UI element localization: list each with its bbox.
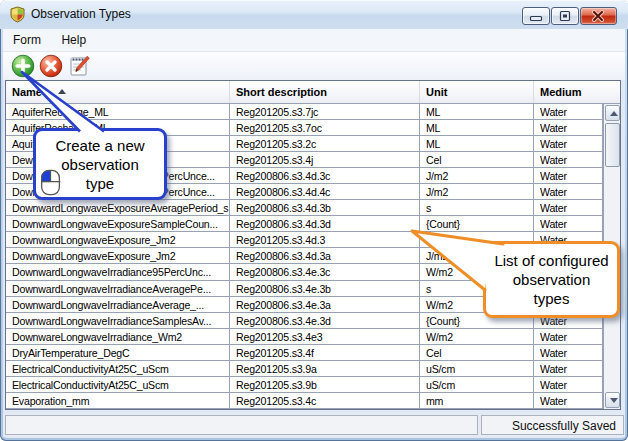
cell-name: DownwareLongwaveIrradiance_Wm2: [6, 329, 230, 344]
callout-create-arrow: [0, 55, 180, 145]
table-row[interactable]: DryAirTemperature_DegCReg201205.s3.4fCel…: [6, 345, 603, 361]
status-panel-left: [5, 415, 478, 435]
cell-unit: s: [420, 200, 534, 215]
cell-name: DownwardLongwaveExposure_Jm2: [6, 248, 230, 263]
menu-bar: Form Help: [3, 29, 625, 52]
cell-medium: Water: [534, 345, 603, 360]
scroll-down-icon: [610, 398, 618, 403]
cell-short-description: Reg201205.s3.4c: [230, 393, 420, 408]
cell-name: DownwardLongwaveIrradiance95PercUnc...: [6, 264, 230, 279]
cell-name: DownwardLongwaveIrradianceSamplesAv...: [6, 313, 230, 328]
cell-unit: Cel: [420, 345, 534, 360]
status-bar: Successfully Saved: [3, 414, 625, 437]
menu-form[interactable]: Form: [7, 29, 47, 52]
cell-short-description: Reg201205.s3.7oc: [230, 120, 420, 135]
table-row[interactable]: Evaporation_mmReg201205.s3.4cmmWater: [6, 393, 603, 409]
cell-unit: uS/cm: [420, 361, 534, 376]
cell-short-description: Reg200806.s3.4e.3a: [230, 297, 420, 312]
scroll-up-button[interactable]: [605, 105, 620, 121]
cell-unit: ML: [420, 104, 534, 119]
cell-unit: J/m2: [420, 184, 534, 199]
cell-name: DryAirTemperature_DegC: [6, 345, 230, 360]
table-row[interactable]: DownwareLongwaveIrradiance_Wm2Reg201205.…: [6, 329, 603, 345]
cell-name: Evaporation_mm: [6, 393, 230, 408]
cell-unit: ML: [420, 136, 534, 151]
cell-short-description: Reg200806.s3.4e.3b: [230, 281, 420, 296]
scroll-up-icon: [610, 111, 618, 116]
callout-list-arrow: [400, 220, 515, 300]
cell-medium: Water: [534, 361, 603, 376]
cell-name: DownwardLongwaveExposure_Jm2: [6, 232, 230, 247]
close-button[interactable]: [580, 7, 617, 25]
cell-medium: Water: [534, 216, 603, 231]
cell-name: ElectricalConductivityAt25C_uScm: [6, 361, 230, 376]
cell-short-description: Reg201205.s3.7jc: [230, 104, 420, 119]
cell-short-description: Reg201205.s3.2c: [230, 136, 420, 151]
column-header-unit[interactable]: Unit: [420, 81, 534, 103]
cell-name: DownwardLongwaveIrradianceAverage_...: [6, 297, 230, 312]
cell-short-description: Reg201205.s3.9b: [230, 377, 420, 392]
cell-medium: Water: [534, 377, 603, 392]
cell-medium: Water: [534, 393, 603, 408]
cell-medium: Water: [534, 136, 603, 151]
cell-name: ElectricalConductivityAt25C_uScm: [6, 377, 230, 392]
cell-short-description: Reg201205.s3.4j: [230, 152, 420, 167]
cell-short-description: Reg200806.s3.4e.3c: [230, 264, 420, 279]
app-icon: [9, 6, 26, 23]
maximize-button[interactable]: [551, 7, 579, 25]
cell-short-description: Reg200806.s3.4e.3d: [230, 313, 420, 328]
cell-short-description: Reg200806.s3.4d.3c: [230, 168, 420, 183]
cell-medium: Water: [534, 104, 603, 119]
cell-short-description: Reg200806.s3.4d.3d: [230, 216, 420, 231]
cell-unit: ML: [420, 120, 534, 135]
cell-name: DownwardLongwaveExposureSampleCoun...: [6, 216, 230, 231]
scroll-down-button[interactable]: [605, 392, 620, 408]
cell-short-description: Reg201205.s3.4d.3: [230, 232, 420, 247]
table-row[interactable]: ElectricalConductivityAt25C_uScmReg20120…: [6, 377, 603, 393]
cell-medium: Water: [534, 184, 603, 199]
cell-unit: J/m2: [420, 168, 534, 183]
status-message: Successfully Saved: [512, 419, 616, 433]
scroll-thumb[interactable]: [605, 123, 620, 167]
title-bar[interactable]: Observation Types: [0, 0, 628, 29]
cell-short-description: Reg200806.s3.4d.4c: [230, 184, 420, 199]
cell-medium: Water: [534, 168, 603, 183]
menu-help[interactable]: Help: [55, 29, 92, 52]
column-header-medium[interactable]: Medium: [534, 81, 614, 103]
cell-medium: Water: [534, 200, 603, 215]
cell-medium: Water: [534, 152, 603, 167]
cell-short-description: Reg201205.s3.4e3: [230, 329, 420, 344]
cell-name: DownwardLongwaveExposureAveragePeriod_s: [6, 200, 230, 215]
column-header-short-description[interactable]: Short description: [230, 81, 420, 103]
cell-unit: uS/cm: [420, 377, 534, 392]
cell-unit: mm: [420, 393, 534, 408]
cell-short-description: Reg201205.s3.9a: [230, 361, 420, 376]
table-row[interactable]: DownwardLongwaveExposureAveragePeriod_sR…: [6, 200, 603, 216]
window: Observation Types Form Help: [0, 0, 628, 441]
status-panel-right: Successfully Saved: [481, 415, 624, 435]
cell-name: DownwardLongwaveIrradianceAveragePe...: [6, 281, 230, 296]
cell-unit: W/m2: [420, 329, 534, 344]
cell-short-description: Reg201205.s3.4f: [230, 345, 420, 360]
cell-medium: Water: [534, 120, 603, 135]
table-row[interactable]: ElectricalConductivityAt25C_uScmReg20120…: [6, 361, 603, 377]
cell-short-description: Reg200806.s3.4d.3a: [230, 248, 420, 263]
cell-unit: Cel: [420, 152, 534, 167]
cell-short-description: Reg200806.s3.4d.3b: [230, 200, 420, 215]
cell-medium: Water: [534, 329, 603, 344]
minimize-button[interactable]: [522, 7, 550, 25]
mouse-left-click-icon: [40, 169, 62, 196]
window-title: Observation Types: [31, 7, 131, 21]
